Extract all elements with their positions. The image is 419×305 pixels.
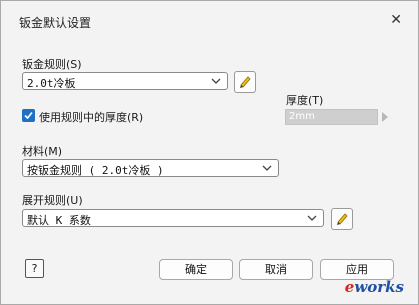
- pencil-icon: [240, 76, 251, 88]
- pencil-icon: [337, 213, 348, 225]
- sheet-metal-defaults-dialog: 钣金默认设置 ✕ 钣金规则(S) 2.0t冷板 使用规则中的厚度(R) 厚度(T…: [0, 0, 419, 305]
- unfold-rule-label: 展开规则(U): [22, 194, 83, 207]
- checkmark-icon: [24, 111, 33, 120]
- chevron-down-icon: [262, 165, 272, 171]
- chevron-down-icon: [307, 215, 317, 221]
- thickness-label: 厚度(T): [286, 94, 324, 107]
- title-bar: 钣金默认设置 ✕: [1, 1, 418, 39]
- material-label: 材料(M): [22, 145, 63, 158]
- ok-button[interactable]: 确定: [159, 259, 233, 280]
- thickness-spin-icon: [382, 112, 388, 122]
- material-value: 按钣金规则 ( 2.0t冷板 ): [27, 164, 164, 177]
- thickness-field: 2mm: [285, 109, 378, 125]
- sheet-rule-value: 2.0t冷板: [27, 77, 76, 90]
- apply-button[interactable]: 应用: [320, 259, 394, 280]
- edit-unfold-rule-button[interactable]: [331, 208, 353, 230]
- edit-sheet-rule-button[interactable]: [234, 71, 256, 93]
- unfold-rule-value: 默认 K 系数: [27, 214, 91, 227]
- thickness-value: 2mm: [289, 111, 315, 122]
- chevron-down-icon: [211, 78, 221, 84]
- watermark-e: e: [344, 278, 355, 296]
- dialog-title: 钣金默认设置: [19, 16, 92, 30]
- close-icon[interactable]: ✕: [390, 13, 402, 27]
- unfold-rule-dropdown[interactable]: 默认 K 系数: [22, 209, 324, 227]
- help-icon[interactable]: ?: [25, 259, 44, 278]
- watermark-works: works: [354, 278, 404, 296]
- material-dropdown[interactable]: 按钣金规则 ( 2.0t冷板 ): [22, 159, 279, 177]
- use-thickness-label: 使用规则中的厚度(R): [39, 111, 144, 124]
- help-button-glyph: ?: [31, 262, 38, 275]
- use-thickness-checkbox[interactable]: [22, 109, 35, 122]
- cancel-button[interactable]: 取消: [239, 259, 313, 280]
- sheet-rule-label: 钣金规则(S): [22, 58, 82, 71]
- eworks-watermark: eworks: [345, 278, 404, 296]
- sheet-rule-dropdown[interactable]: 2.0t冷板: [22, 72, 228, 90]
